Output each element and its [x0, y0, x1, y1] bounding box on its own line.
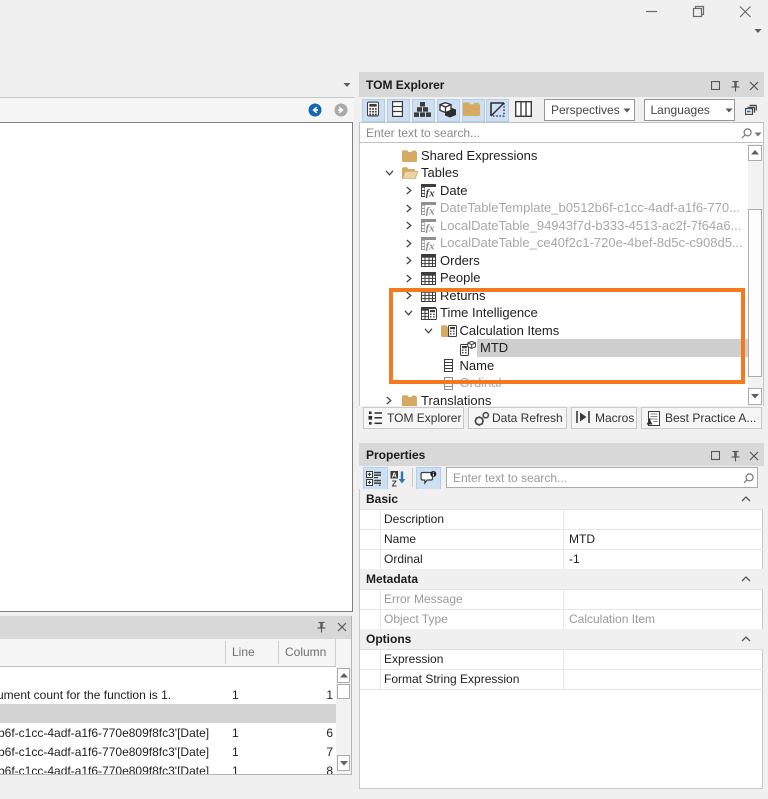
svg-text:fx: fx [426, 223, 436, 234]
svg-text:fx: fx [426, 205, 436, 216]
svg-text:fx: fx [426, 240, 436, 251]
svg-text:fx: fx [426, 188, 436, 199]
svg-text:Z: Z [392, 478, 397, 487]
